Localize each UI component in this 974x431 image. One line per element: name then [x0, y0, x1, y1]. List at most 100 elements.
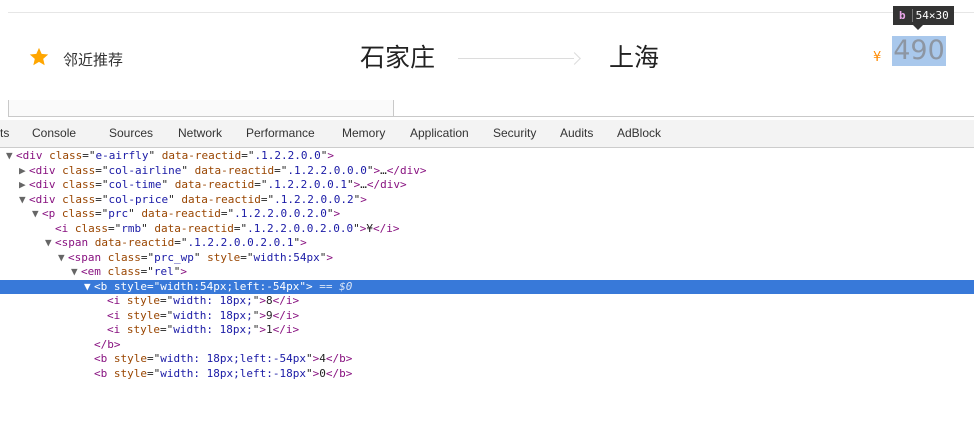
arrival-city: 上海 [609, 43, 660, 72]
attr-value: width:54px;left:-54px [160, 279, 300, 293]
expand-down-icon[interactable]: ▼ [71, 265, 81, 279]
attr-value: width: 18px; [173, 308, 253, 322]
tree-node[interactable]: ▼ <p class="prc" data-reactid=".1.2.2.0.0… [0, 207, 974, 221]
price-highlight[interactable]: 490 [892, 36, 946, 66]
tab-elements[interactable]: ts [0, 120, 9, 147]
tag-open: <em [81, 265, 101, 278]
tag-open: <b [94, 366, 108, 380]
attr-value: .1.2.2.0.0.1 [267, 178, 347, 191]
tree-node[interactable]: </b> [0, 338, 974, 352]
tag-close: </i> [372, 221, 400, 235]
attr-name: class [74, 221, 108, 235]
tree-node[interactable]: ▼ <div class="col-price" data-reactid=".1… [0, 193, 974, 207]
tree-node[interactable]: ▼ <span data-reactid=".1.2.2.0.0.2.0.1"> [0, 236, 974, 250]
expand-down-icon[interactable]: ▼ [58, 251, 68, 265]
tree-node[interactable]: <i style="width: 18px;">1</i> [0, 323, 974, 337]
tab-network[interactable]: Network [178, 120, 222, 147]
tag-open: <div [29, 192, 56, 206]
attr-quote: =" [241, 149, 255, 162]
attr-value: .1.2.2.0.0.2 [274, 192, 354, 206]
tree-node[interactable]: <i style="width: 18px;">9</i> [0, 309, 974, 323]
tag-open: <i [107, 323, 121, 336]
tree-node[interactable]: ▼ <div class="e-airfly" data-reactid=".1.… [0, 149, 974, 163]
expand-down-icon[interactable]: ▼ [6, 149, 16, 163]
tag-open: <b [94, 352, 108, 365]
node-text: ¥ [366, 221, 373, 235]
node-text: 1 [265, 323, 273, 336]
attr-value: .1.2.2.0.0.0 [287, 163, 367, 177]
tree-node[interactable]: ▶ <div class="col-time" data-reactid=".1.… [0, 178, 974, 192]
attr-value: rel [153, 265, 174, 278]
tab-console[interactable]: Console [32, 120, 76, 147]
attr-name: data-reactid [141, 207, 221, 220]
attr-quote: " [128, 207, 135, 220]
tab-memory[interactable]: Memory [342, 120, 385, 147]
expand-down-icon[interactable]: ▼ [84, 280, 94, 294]
tree-node[interactable]: ▼ <span class="prc_wp" style="width:54px"… [0, 251, 974, 265]
tag-open: <p [42, 207, 56, 220]
tree-node[interactable]: <i class="rmb" data-reactid=".1.2.2.0.0.… [0, 222, 974, 236]
attr-name: style [113, 352, 147, 365]
attr-name: style [207, 250, 241, 264]
attr-value: .1.2.2.0.0.2.0.1 [187, 236, 294, 249]
tab-audits[interactable]: Audits [560, 120, 593, 147]
tag-close: </b> [94, 337, 121, 351]
attr-quote: =" [147, 279, 161, 293]
tab-adblock[interactable]: AdBlock [617, 120, 661, 147]
devtools-tabbar: ts Console Sources Network Performance M… [0, 120, 974, 148]
expand-down-icon[interactable]: ▼ [19, 193, 29, 207]
attr-value: .1.2.2.0.0.2.0.0 [247, 221, 354, 235]
expand-down-icon[interactable]: ▼ [45, 236, 55, 250]
attr-name: class [107, 265, 141, 278]
attr-value: width:54px [253, 250, 320, 264]
tree-node[interactable]: ▼ <em class="rel"> [0, 265, 974, 279]
tag-open: <div [29, 178, 56, 191]
attr-quote: " [168, 192, 175, 206]
tooltip-pointer [913, 25, 923, 30]
tag-close: </div> [386, 163, 427, 177]
attr-value: rmb [121, 221, 142, 235]
tag-open: <i [107, 308, 121, 322]
attr-quote: =" [147, 366, 161, 380]
departure-city: 石家庄 [360, 43, 436, 72]
attr-value: prc [108, 207, 129, 220]
tag-close-bracket: > [259, 323, 266, 336]
attr-quote: =" [240, 250, 254, 264]
attr-quote: " [305, 352, 313, 365]
attr-name: data-reactid [161, 149, 242, 162]
tab-sources[interactable]: Sources [109, 120, 153, 147]
tag-close-bracket: > [326, 250, 333, 264]
expand-down-icon[interactable]: ▼ [32, 207, 42, 221]
tree-node[interactable]: <b style="width: 18px;left:-54px">4</b> [0, 352, 974, 366]
expand-right-icon[interactable]: ▶ [19, 178, 29, 192]
attr-value: col-airline [108, 163, 182, 177]
attr-quote: =" [160, 323, 174, 336]
tag-close: </b> [325, 352, 353, 365]
expand-right-icon[interactable]: ▶ [19, 164, 29, 178]
tree-node[interactable]: <i style="width: 18px;">8</i> [0, 294, 974, 308]
attr-name: style [113, 279, 147, 293]
selected-tree-node[interactable]: ▼ <b style="width:54px;left:-54px"> == $0 [0, 279, 974, 294]
tab-security[interactable]: Security [493, 120, 536, 147]
attr-quote: =" [274, 163, 288, 177]
attr-quote: =" [220, 207, 235, 220]
tab-performance[interactable]: Performance [246, 120, 315, 147]
flight-card[interactable] [8, 0, 974, 100]
attr-value: width: 18px; [173, 294, 253, 307]
tree-node[interactable]: ▶ <div class="col-airline" data-reactid="… [0, 164, 974, 178]
tab-application[interactable]: Application [410, 120, 469, 147]
tag-close-bracket: > [300, 236, 307, 249]
attr-value: prc_wp [154, 250, 194, 264]
tree-node[interactable]: <b style="width: 18px;left:-18px">0</b> [0, 367, 974, 381]
attr-name: data-reactid [181, 192, 261, 206]
tag-open: <div [16, 149, 43, 162]
inspector-tooltip: b 54×30 [893, 6, 954, 25]
